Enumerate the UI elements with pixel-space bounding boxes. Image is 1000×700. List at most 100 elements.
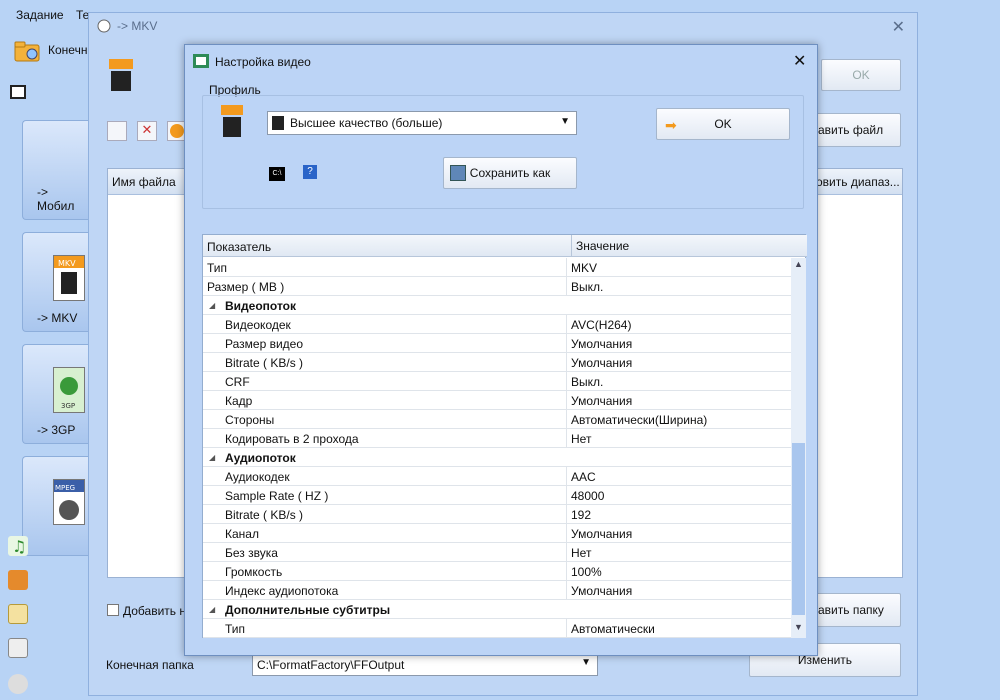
3gp-file-icon: 3GP (53, 367, 85, 413)
scroll-down-icon[interactable]: ▼ (794, 622, 803, 632)
column-filename[interactable]: Имя файла (112, 175, 176, 189)
mpeg-file-icon: MPEG (53, 479, 85, 525)
grid-column-separator (566, 619, 567, 638)
save-as-button[interactable]: Сохранить как (443, 157, 577, 189)
grid-row[interactable]: Индекс аудиопотока Умолчания (203, 581, 791, 600)
grid-row-value[interactable]: MKV (571, 261, 597, 275)
grid-row[interactable]: Без звука Нет (203, 543, 791, 562)
category-mpeg[interactable]: MPEG (22, 456, 88, 556)
grid-row[interactable]: Видеокодек AVC(H264) (203, 315, 791, 334)
grid-row[interactable]: Кодировать в 2 прохода Нет (203, 429, 791, 448)
help-icon[interactable]: ? (303, 165, 317, 179)
grid-group-row[interactable]: ◢ Дополнительные субтитры (203, 600, 791, 619)
grid-row-name: Громкость (225, 565, 283, 579)
output-folder-select[interactable]: C:\FormatFactory\FFOutput ▼ (252, 654, 598, 676)
dialog-ok-button[interactable]: ➡ OK (656, 108, 790, 140)
profile-select[interactable]: Высшее качество (больше) ▼ (267, 111, 577, 135)
grid-row-name: Bitrate ( KB/s ) (225, 508, 304, 522)
video-tab-icon[interactable] (8, 82, 28, 102)
grid-row[interactable]: Размер ( MB ) Выкл. (203, 277, 791, 296)
collapse-triangle-icon[interactable]: ◢ (209, 301, 215, 310)
settings-grid-scrollbar[interactable]: ▲ ▼ (791, 258, 806, 638)
grid-column-separator (566, 543, 567, 562)
grid-row-value[interactable]: Автоматически (571, 622, 655, 636)
category-3gp[interactable]: 3GP -> 3GP (22, 344, 88, 444)
mkv-file-icon: MKV (53, 255, 85, 301)
mkv-window-title: -> MKV (117, 19, 158, 33)
chevron-down-icon: ▼ (560, 116, 570, 127)
output-folder-icon[interactable] (14, 40, 40, 62)
grid-row-name: Без звука (225, 546, 278, 560)
grid-column-separator (566, 277, 567, 296)
scroll-thumb[interactable] (792, 443, 805, 615)
grid-row-name: Тип (207, 261, 228, 275)
grid-row[interactable]: Bitrate ( KB/s ) Умолчания (203, 353, 791, 372)
add-checkbox[interactable] (107, 604, 119, 616)
grid-row-value[interactable]: Умолчания (571, 356, 632, 370)
grid-row[interactable]: Тип MKV (203, 258, 791, 277)
rom-device-tab-icon[interactable] (8, 638, 28, 658)
clear-list-icon[interactable]: ✕ (137, 121, 157, 141)
picture-tab-icon[interactable] (8, 570, 28, 590)
grid-group-row[interactable]: ◢ Аудиопоток (203, 448, 791, 467)
grid-row[interactable]: Кадр Умолчания (203, 391, 791, 410)
menu-task[interactable]: Задание (16, 8, 64, 22)
grid-row-name: Тип (225, 622, 246, 636)
collapse-triangle-icon[interactable]: ◢ (209, 605, 215, 614)
grid-row-value[interactable]: Автоматически(Ширина) (571, 413, 707, 427)
grid-group-row[interactable]: ◢ Видеопоток (203, 296, 791, 315)
document-tab-icon[interactable] (8, 604, 28, 624)
grid-row-value[interactable]: Умолчания (571, 527, 632, 541)
mkv-window-close-icon[interactable]: ✕ (892, 17, 905, 37)
grid-row[interactable]: CRF Выкл. (203, 372, 791, 391)
grid-row-name: Sample Rate ( HZ ) (225, 489, 329, 503)
scroll-up-icon[interactable]: ▲ (794, 259, 803, 269)
grid-row-value[interactable]: AAC (571, 470, 596, 484)
grid-column-separator (566, 505, 567, 524)
dialog-close-icon[interactable]: ✕ (793, 51, 806, 71)
grid-row-value[interactable]: Нет (571, 432, 591, 446)
grid-row-value[interactable]: Выкл. (571, 280, 603, 294)
grid-row[interactable]: Размер видео Умолчания (203, 334, 791, 353)
grid-row-value[interactable]: Умолчания (571, 337, 632, 351)
grid-row[interactable]: Sample Rate ( HZ ) 48000 (203, 486, 791, 505)
grid-row-name: Стороны (225, 413, 275, 427)
grid-column-separator (566, 581, 567, 600)
grid-row[interactable]: Аудиокодек AAC (203, 467, 791, 486)
toolbar-output-label[interactable]: Конечн (48, 43, 87, 57)
grid-row-value[interactable]: Умолчания (571, 584, 632, 598)
save-as-label: Сохранить как (469, 166, 551, 180)
category-mkv[interactable]: MKV -> MKV (22, 232, 88, 332)
grid-row-value[interactable]: 100% (571, 565, 602, 579)
grid-row-value[interactable]: 192 (571, 508, 591, 522)
command-line-icon[interactable]: C:\ (269, 167, 285, 181)
utilities-tab-icon[interactable] (8, 674, 28, 694)
column-value[interactable]: Значение (571, 235, 629, 257)
grid-row[interactable]: Bitrate ( KB/s ) 192 (203, 505, 791, 524)
grid-row[interactable]: Громкость 100% (203, 562, 791, 581)
collapse-triangle-icon[interactable]: ◢ (209, 453, 215, 462)
grid-row-name: Индекс аудиопотока (225, 584, 339, 598)
grid-row-name: Размер видео (225, 337, 304, 351)
grid-row-value[interactable]: Нет (571, 546, 591, 560)
mkv-icon-text: MKV (58, 259, 76, 268)
grid-row[interactable]: Стороны Автоматически(Ширина) (203, 410, 791, 429)
grid-row-value[interactable]: 48000 (571, 489, 604, 503)
category-mobile[interactable]: -> Мобил (22, 120, 88, 220)
remove-icon[interactable] (107, 121, 127, 141)
grid-column-separator (566, 410, 567, 429)
grid-row-value[interactable]: Умолчания (571, 394, 632, 408)
dialog-title: Настройка видео (215, 55, 311, 69)
column-range[interactable]: овить диапаз... (816, 175, 900, 189)
grid-row-value[interactable]: AVC(H264) (571, 318, 631, 332)
grid-column-separator (566, 372, 567, 391)
grid-row[interactable]: Тип Автоматически (203, 619, 791, 638)
mkv-ok-button[interactable]: OK (821, 59, 901, 91)
grid-row-value[interactable]: Выкл. (571, 375, 603, 389)
grid-row-name: Кадр (225, 394, 253, 408)
audio-tab-icon[interactable]: ♫ (8, 536, 28, 556)
grid-row-name: Кодировать в 2 прохода (225, 432, 359, 446)
column-parameter[interactable]: Показатель (207, 240, 271, 254)
grid-row[interactable]: Канал Умолчания (203, 524, 791, 543)
category-mkv-label: -> MKV (37, 311, 78, 325)
